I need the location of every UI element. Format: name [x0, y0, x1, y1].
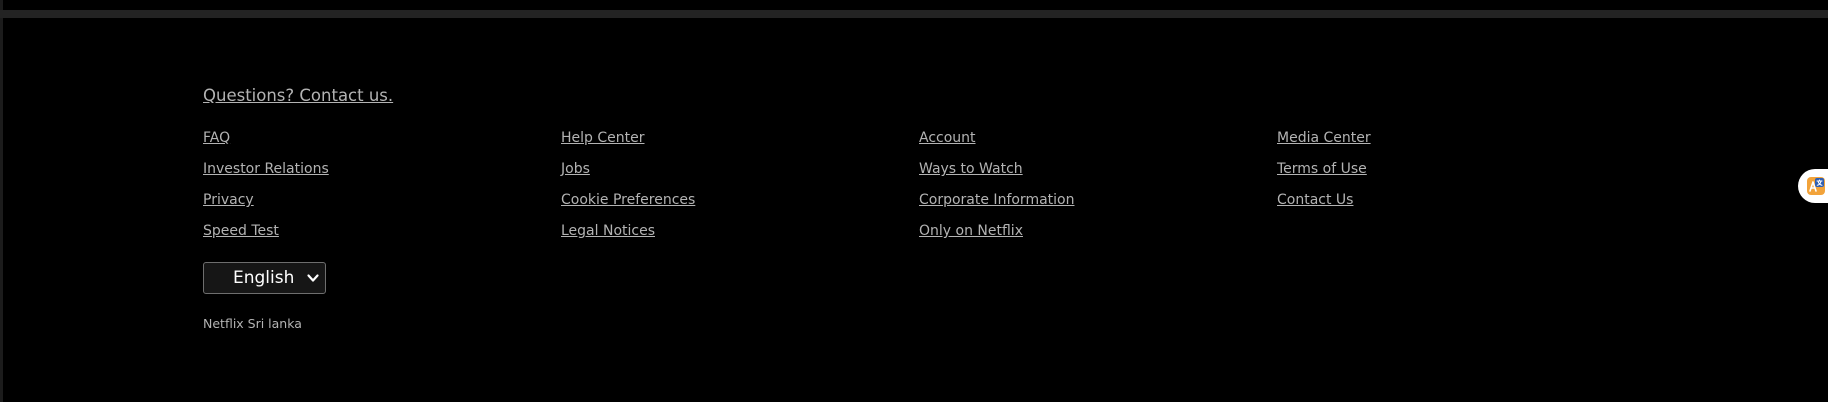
footer-column-2: Help Center Jobs Cookie Preferences Lega…	[561, 128, 901, 252]
language-select-value: English	[233, 268, 295, 288]
footer-link-terms-of-use[interactable]: Terms of Use	[1277, 159, 1617, 190]
footer-link-faq[interactable]: FAQ	[203, 128, 543, 159]
language-select[interactable]: English	[203, 262, 326, 294]
footer-column-1: FAQ Investor Relations Privacy Speed Tes…	[203, 128, 543, 252]
footer-column-4: Media Center Terms of Use Contact Us	[1277, 128, 1617, 221]
translate-icon	[1807, 177, 1825, 195]
footer-link-legal-notices[interactable]: Legal Notices	[561, 221, 901, 252]
footer-column-3: Account Ways to Watch Corporate Informat…	[919, 128, 1259, 252]
footer-link-cookie-preferences[interactable]: Cookie Preferences	[561, 190, 901, 221]
translate-extension-button[interactable]	[1798, 169, 1828, 203]
footer-link-only-on-netflix[interactable]: Only on Netflix	[919, 221, 1259, 252]
section-divider	[0, 10, 1828, 18]
footer-link-jobs[interactable]: Jobs	[561, 159, 901, 190]
netflix-footer-page: Questions? Contact us. FAQ Investor Rela…	[0, 0, 1828, 402]
left-edge-strip	[0, 0, 3, 402]
footer-link-account[interactable]: Account	[919, 128, 1259, 159]
footer-link-corporate-information[interactable]: Corporate Information	[919, 190, 1259, 221]
footer-link-ways-to-watch[interactable]: Ways to Watch	[919, 159, 1259, 190]
country-label: Netflix Sri lanka	[203, 316, 302, 331]
footer-link-speed-test[interactable]: Speed Test	[203, 221, 543, 252]
footer-link-contact-us[interactable]: Contact Us	[1277, 190, 1617, 221]
footer-link-media-center[interactable]: Media Center	[1277, 128, 1617, 159]
footer-link-help-center[interactable]: Help Center	[561, 128, 901, 159]
contact-us-link[interactable]: Questions? Contact us.	[203, 86, 393, 105]
chevron-down-icon	[307, 274, 319, 282]
footer-link-privacy[interactable]: Privacy	[203, 190, 543, 221]
footer-link-investor-relations[interactable]: Investor Relations	[203, 159, 543, 190]
